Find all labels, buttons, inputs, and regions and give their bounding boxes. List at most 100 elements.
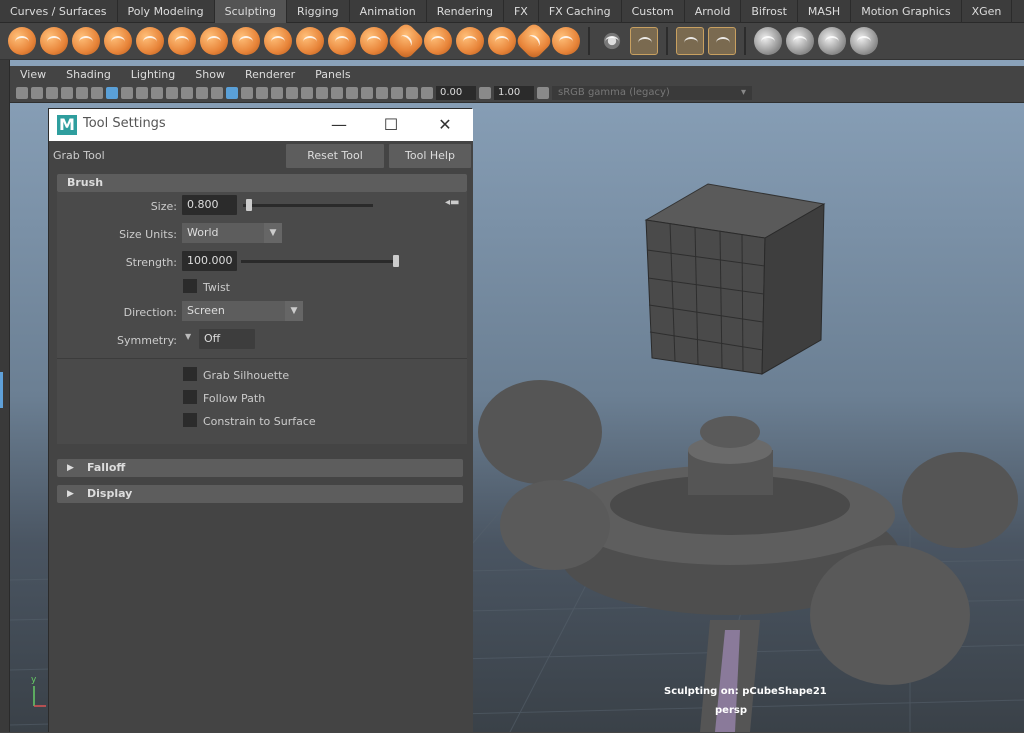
symmetry-menu-icon[interactable]: ▼ bbox=[185, 332, 191, 341]
size-field[interactable]: 0.800 bbox=[182, 195, 237, 215]
foamy-tool-icon[interactable] bbox=[200, 27, 228, 55]
shadows-icon[interactable] bbox=[286, 87, 298, 99]
film-gate-icon[interactable] bbox=[121, 87, 133, 99]
motion-blur-icon[interactable] bbox=[316, 87, 328, 99]
camera-icon[interactable] bbox=[16, 87, 28, 99]
exposure-icon[interactable] bbox=[421, 87, 433, 99]
shelf-tab[interactable]: Custom bbox=[622, 0, 685, 23]
smooth-shade-icon[interactable] bbox=[226, 87, 238, 99]
spray-tool-icon[interactable] bbox=[232, 27, 260, 55]
depth-of-field-icon[interactable] bbox=[346, 87, 358, 99]
image-plane-icon[interactable] bbox=[61, 87, 73, 99]
isolate-select-icon[interactable] bbox=[361, 87, 373, 99]
constrain-to-surface-checkbox[interactable] bbox=[183, 413, 197, 427]
falloff-section-header[interactable]: ▶ Falloff bbox=[57, 459, 463, 477]
direction-dropdown[interactable]: Screen ▼ bbox=[182, 301, 303, 321]
field-chart-icon[interactable] bbox=[166, 87, 178, 99]
size-slider-track[interactable] bbox=[243, 204, 373, 207]
minimize-icon[interactable]: — bbox=[327, 113, 351, 137]
menu-view[interactable]: View bbox=[10, 66, 56, 84]
strength-slider-handle[interactable] bbox=[393, 255, 399, 267]
display-section-header[interactable]: ▶ Display bbox=[57, 485, 463, 503]
shelf-tab[interactable]: Bifrost bbox=[741, 0, 798, 23]
relax-tool-icon[interactable] bbox=[72, 27, 100, 55]
blend-shape-icon[interactable] bbox=[676, 27, 704, 55]
xray-active-icon[interactable] bbox=[406, 87, 418, 99]
color-management-icon[interactable] bbox=[537, 87, 549, 99]
symmetry-settings-icon[interactable] bbox=[598, 27, 626, 55]
safe-action-icon[interactable] bbox=[181, 87, 193, 99]
size-pin-icon[interactable]: ◂▬ bbox=[445, 197, 459, 208]
maximize-icon[interactable]: ☐ bbox=[379, 113, 403, 137]
shelf-tab[interactable]: Arnold bbox=[685, 0, 742, 23]
wax-tool-icon[interactable] bbox=[328, 27, 356, 55]
resolution-gate-icon[interactable] bbox=[136, 87, 148, 99]
grab-silhouette-checkbox[interactable] bbox=[183, 367, 197, 381]
shelf-tab[interactable]: Sculpting bbox=[214, 0, 287, 23]
repeat-tool-icon[interactable] bbox=[264, 27, 292, 55]
shelf-tab[interactable]: Rigging bbox=[287, 0, 350, 23]
wireframe-icon[interactable] bbox=[211, 87, 223, 99]
reset-tool-button[interactable]: Reset Tool bbox=[286, 144, 384, 168]
layer-stack-icon[interactable] bbox=[818, 27, 846, 55]
grid-icon[interactable] bbox=[106, 87, 118, 99]
menu-shading[interactable]: Shading bbox=[56, 66, 121, 84]
grease-pencil-icon[interactable] bbox=[91, 87, 103, 99]
shelf-tab[interactable]: Rendering bbox=[427, 0, 504, 23]
knife-tool-icon[interactable] bbox=[424, 27, 452, 55]
ambient-occlusion-icon[interactable] bbox=[301, 87, 313, 99]
smear-tool-icon[interactable] bbox=[456, 27, 484, 55]
menu-panels[interactable]: Panels bbox=[305, 66, 360, 84]
close-icon[interactable]: ✕ bbox=[433, 113, 457, 137]
xray-icon[interactable] bbox=[376, 87, 388, 99]
shelf-tab[interactable]: FX Caching bbox=[539, 0, 622, 23]
textured-icon[interactable] bbox=[256, 87, 268, 99]
window-titlebar[interactable]: M Tool Settings — ☐ ✕ bbox=[49, 109, 473, 141]
flatten-tool-icon[interactable] bbox=[168, 27, 196, 55]
eraser-tool-icon[interactable] bbox=[850, 27, 878, 55]
freeze-tool-icon[interactable] bbox=[552, 27, 580, 55]
mesh-tool-icon[interactable] bbox=[754, 27, 782, 55]
brush-section-header[interactable]: Brush bbox=[57, 174, 467, 192]
strength-field[interactable]: 100.000 bbox=[182, 251, 237, 271]
shelf-tab[interactable]: Animation bbox=[350, 0, 427, 23]
twist-checkbox[interactable] bbox=[183, 279, 197, 293]
anti-alias-icon[interactable] bbox=[331, 87, 343, 99]
camera-attributes-icon[interactable] bbox=[31, 87, 43, 99]
strength-slider-track[interactable] bbox=[241, 260, 399, 263]
symmetry-field[interactable]: Off bbox=[199, 329, 255, 349]
shelf-tab[interactable]: MASH bbox=[798, 0, 852, 23]
bookmark-icon[interactable] bbox=[46, 87, 58, 99]
follow-path-checkbox[interactable] bbox=[183, 390, 197, 404]
pinch-tool-icon[interactable] bbox=[136, 27, 164, 55]
smooth-tool-icon[interactable] bbox=[40, 27, 68, 55]
exposure-field[interactable]: 0.00 bbox=[436, 86, 476, 100]
imprint-tool-icon[interactable] bbox=[296, 27, 324, 55]
gate-mask-icon[interactable] bbox=[151, 87, 163, 99]
color-space-dropdown[interactable]: sRGB gamma (legacy) bbox=[552, 86, 752, 100]
scrape-tool-icon[interactable] bbox=[360, 27, 388, 55]
lights-icon[interactable] bbox=[271, 87, 283, 99]
xray-joints-icon[interactable] bbox=[391, 87, 403, 99]
pose-editor-icon[interactable] bbox=[708, 27, 736, 55]
shelf-tab[interactable]: Poly Modeling bbox=[118, 0, 215, 23]
gamma-field[interactable]: 1.00 bbox=[494, 86, 534, 100]
size-slider-handle[interactable] bbox=[245, 199, 252, 211]
menu-renderer[interactable]: Renderer bbox=[235, 66, 305, 84]
grab-tool-icon[interactable] bbox=[104, 27, 132, 55]
wireframe-on-shaded-icon[interactable] bbox=[241, 87, 253, 99]
retopo-tool-icon[interactable] bbox=[786, 27, 814, 55]
tool-help-button[interactable]: Tool Help bbox=[389, 144, 471, 168]
shelf-tab[interactable]: Curves / Surfaces bbox=[0, 0, 118, 23]
shelf-tab[interactable]: XGen bbox=[962, 0, 1013, 23]
menu-lighting[interactable]: Lighting bbox=[121, 66, 185, 84]
gamma-icon[interactable] bbox=[479, 87, 491, 99]
sculpt-tool-icon[interactable] bbox=[8, 27, 36, 55]
safe-title-icon[interactable] bbox=[196, 87, 208, 99]
shelf-tab[interactable]: Motion Graphics bbox=[851, 0, 962, 23]
size-units-dropdown[interactable]: World ▼ bbox=[182, 223, 282, 243]
shelf-tab[interactable]: FX bbox=[504, 0, 539, 23]
menu-show[interactable]: Show bbox=[185, 66, 235, 84]
amplify-tool-icon[interactable] bbox=[514, 21, 554, 61]
sculpt-layer-icon[interactable] bbox=[630, 27, 658, 55]
